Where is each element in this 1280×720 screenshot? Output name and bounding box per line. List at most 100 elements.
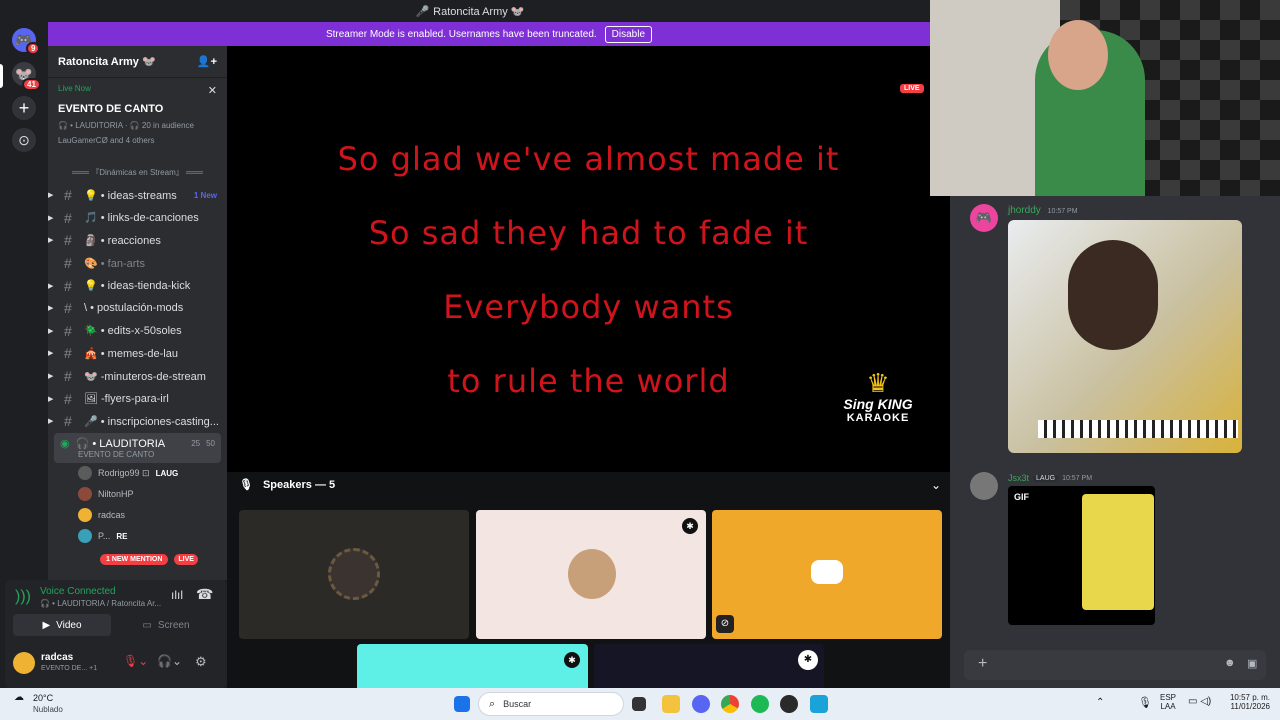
channel-item[interactable]: ▶ # 🎤 • inscripciones-casting... bbox=[48, 410, 227, 433]
voice-user-list: Rodrigo99 ⊡ LAUG NiltonHP radcas P... RE bbox=[48, 463, 227, 547]
screen-button[interactable]: ▭ Screen bbox=[117, 614, 215, 636]
avatar bbox=[78, 529, 92, 544]
spotify-icon[interactable] bbox=[751, 695, 769, 713]
video-button[interactable]: ▶ Video bbox=[13, 614, 111, 636]
voice-user-name: P... bbox=[98, 531, 111, 542]
photo-subject-hair bbox=[1068, 240, 1158, 350]
voice-user[interactable]: radcas bbox=[48, 505, 227, 526]
image-attachment[interactable] bbox=[1008, 220, 1242, 453]
user-tag: RE bbox=[116, 531, 128, 541]
clock[interactable]: 10:57 p. m. 11/01/2026 bbox=[1222, 693, 1270, 711]
author-avatar[interactable] bbox=[970, 472, 998, 500]
speakers-section: 🎙 Speakers — 5 ⌄ ✱ ⊘ ✱ ✱ bbox=[227, 472, 950, 688]
live-tag: LIVE bbox=[174, 554, 198, 565]
stage-live-badge: LIVE bbox=[900, 84, 924, 93]
window-titlebar: 🎤 Ratoncita Army 🐭 bbox=[0, 0, 940, 22]
channel-label: 🗿 • reacciones bbox=[84, 234, 161, 247]
network-volume-icon[interactable]: ▭ ◁) bbox=[1188, 696, 1211, 707]
voice-user[interactable]: NiltonHP bbox=[48, 484, 227, 505]
channel-label: 🎵 • links-de-canciones bbox=[84, 212, 199, 225]
voice-count: 25 bbox=[191, 438, 201, 448]
voice-user[interactable]: Rodrigo99 ⊡ LAUG bbox=[48, 463, 227, 484]
tray-chevron-icon[interactable]: ⌃ bbox=[1096, 697, 1104, 708]
new-mention-pill[interactable]: 1 NEW MENTION bbox=[100, 554, 169, 565]
disable-button[interactable]: Disable bbox=[604, 25, 653, 43]
hash-icon: # bbox=[64, 413, 72, 430]
task-view-icon[interactable] bbox=[632, 697, 646, 711]
unread-indicator-icon: ▶ bbox=[48, 327, 54, 335]
voice-user[interactable]: P... RE bbox=[48, 526, 227, 547]
speaker-tile-3[interactable]: ⊘ bbox=[712, 510, 942, 639]
voice-channel-lauditoria[interactable]: ◉ 🎧 • LAUDITORIA 25 50 EVENTO DE CANTO bbox=[54, 432, 221, 463]
channel-item[interactable]: ▶ # 🐭 -minuteros-de-stream bbox=[48, 365, 227, 388]
chat-input[interactable]: + ☻ ▣ bbox=[964, 650, 1266, 680]
gif-attachment[interactable]: GIF bbox=[1008, 486, 1155, 625]
channel-label: 💡 • ideas-tienda-kick bbox=[84, 280, 191, 293]
obs-icon[interactable] bbox=[780, 695, 798, 713]
channel-item[interactable]: ▶ # 🎪 • memes-de-lau bbox=[48, 342, 227, 365]
unread-indicator-icon: ▶ bbox=[48, 350, 54, 358]
invite-icon[interactable]: 👤+ bbox=[197, 55, 217, 68]
banner-text: Streamer Mode is enabled. Usernames have… bbox=[325, 28, 597, 40]
discord-taskbar-icon[interactable] bbox=[692, 695, 710, 713]
disconnect-icon[interactable]: ☎ bbox=[196, 586, 213, 603]
message-time: 10:57 PM bbox=[1062, 474, 1093, 482]
user-avatar[interactable] bbox=[13, 652, 35, 674]
image-icon[interactable]: ▣ bbox=[1247, 657, 1257, 670]
windows-start-icon[interactable] bbox=[454, 696, 470, 712]
weather-icon[interactable]: ☁ bbox=[14, 692, 24, 703]
server-badge: 41 bbox=[22, 78, 41, 91]
live-event-card[interactable]: Live Now ✕ EVENTO DE CANTO 🎧 • LAUDITORI… bbox=[48, 78, 227, 157]
channel-label: 🖼 -flyers-para-irl bbox=[84, 393, 169, 406]
muted-icon: ⊘ bbox=[716, 615, 734, 633]
language-indicator[interactable]: ESP LAA bbox=[1160, 693, 1176, 711]
message-author[interactable]: jhorddy bbox=[1008, 205, 1041, 216]
voice-limit: 50 bbox=[206, 438, 215, 448]
speaker-tile-2[interactable]: ✱ bbox=[476, 510, 706, 639]
speaker-tile-5[interactable]: ✱ bbox=[594, 644, 824, 688]
taskbar-search[interactable]: ⌕ Buscar bbox=[478, 692, 624, 716]
chrome-icon[interactable] bbox=[721, 695, 739, 713]
speaker-tile-4[interactable]: ✱ bbox=[357, 644, 588, 688]
channel-item[interactable]: ▶ # 🪲 • edits-x-50soles bbox=[48, 320, 227, 343]
headphones-icon[interactable]: 🎧⌄ bbox=[157, 654, 182, 668]
voice-user-name: radcas bbox=[98, 510, 126, 521]
channel-item[interactable]: ▶ # 🖼 -flyers-para-irl bbox=[48, 387, 227, 410]
settings-gear-icon[interactable]: ⚙ bbox=[195, 654, 207, 670]
close-icon[interactable]: ✕ bbox=[208, 84, 217, 97]
category-header[interactable]: ═══ 『Dinámicas en Stream』 ═══ bbox=[48, 157, 227, 184]
unread-indicator-icon: ▶ bbox=[48, 418, 54, 426]
add-attachment-icon[interactable]: + bbox=[978, 655, 987, 673]
channel-item[interactable]: ▶ # 💡 • ideas-streams 1 New bbox=[48, 184, 227, 207]
channel-item[interactable]: ▶ # 🎵 • links-de-canciones bbox=[48, 207, 227, 230]
channel-item[interactable]: # 🎨 • fan-arts bbox=[48, 252, 227, 275]
hash-icon: # bbox=[64, 368, 72, 385]
streamer-face bbox=[1048, 20, 1108, 90]
author-avatar[interactable]: 🎮 bbox=[970, 204, 998, 232]
gif-label: GIF bbox=[1014, 492, 1029, 502]
message-author[interactable]: Jsx3t bbox=[1008, 473, 1029, 483]
dm-home-icon[interactable]: 🎮 9 bbox=[12, 28, 41, 55]
channel-item[interactable]: ▶ # \ • postulación-mods bbox=[48, 297, 227, 320]
file-explorer-icon[interactable] bbox=[662, 695, 680, 713]
weather-temp: 20°C bbox=[33, 693, 54, 703]
channel-item[interactable]: ▶ # 💡 • ideas-tienda-kick bbox=[48, 274, 227, 297]
emoji-icon[interactable]: ☻ bbox=[1224, 657, 1236, 669]
server-header[interactable]: Ratoncita Army 🐭 👤+ bbox=[48, 46, 227, 78]
server-tag: LAUG bbox=[1033, 474, 1059, 482]
server-ratoncita-icon[interactable]: 🐭 41 bbox=[12, 62, 41, 91]
discover-icon[interactable]: ⊙ bbox=[12, 128, 36, 152]
lyric-line-3: Everybody wants bbox=[443, 288, 734, 326]
channel-item[interactable]: ▶ # 🗿 • reacciones bbox=[48, 229, 227, 252]
soundboard-icon[interactable]: ılıl bbox=[171, 588, 183, 602]
chevron-down-icon[interactable]: ⌄ bbox=[931, 478, 941, 492]
windows-taskbar: ☁ 20°C Nublado ⌕ Buscar ⌃ 🎙 ESP LAA ▭ ◁)… bbox=[0, 688, 1280, 720]
notepad-icon[interactable] bbox=[810, 695, 828, 713]
speaker-tile-1[interactable] bbox=[239, 510, 469, 639]
hash-icon: # bbox=[64, 277, 72, 294]
active-server-pill bbox=[0, 64, 3, 88]
mute-mic-icon[interactable]: 🎙⌄ bbox=[123, 654, 148, 668]
mic-tray-icon[interactable]: 🎙 bbox=[1138, 696, 1152, 709]
server-name: Ratoncita Army 🐭 bbox=[58, 56, 156, 68]
add-server-icon[interactable]: + bbox=[12, 96, 36, 120]
